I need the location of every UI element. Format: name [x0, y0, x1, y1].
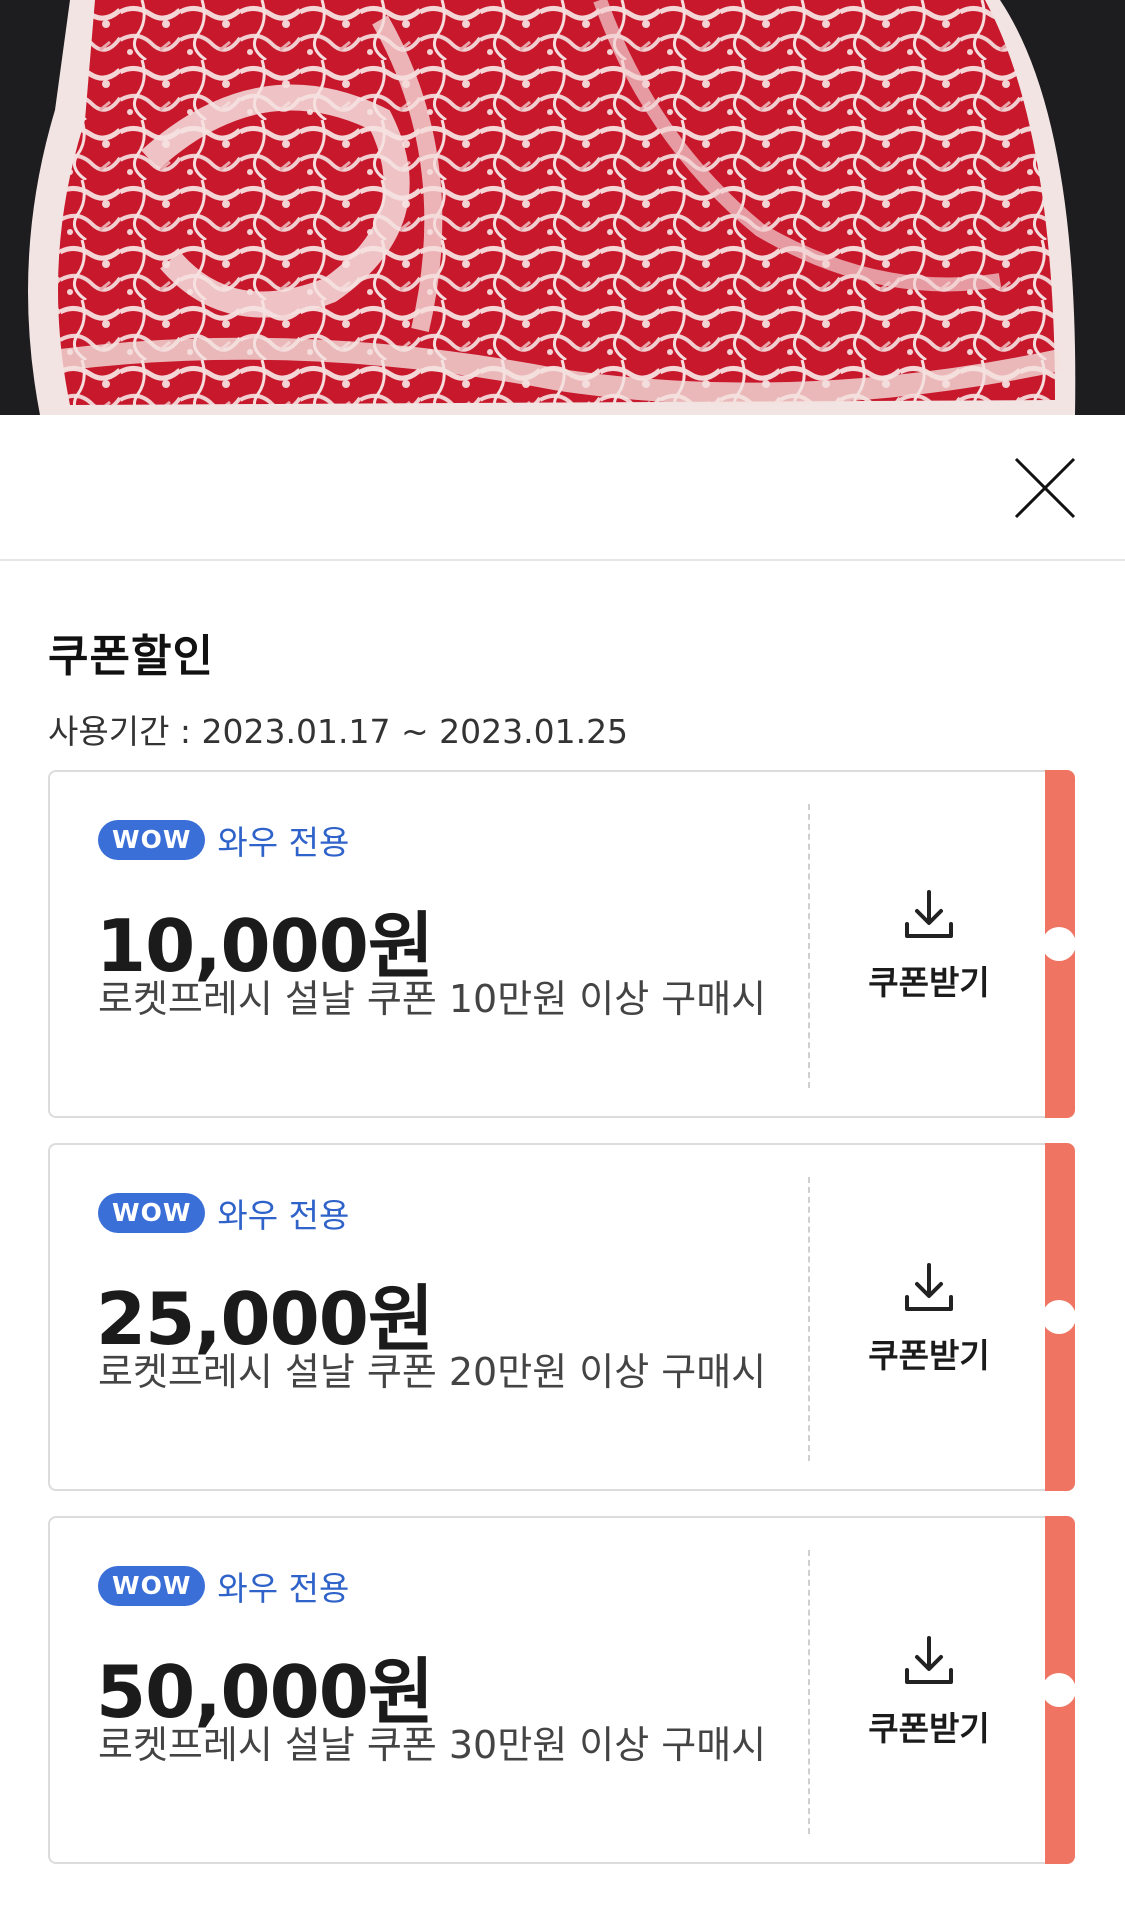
wow-only-label: 와우 전용	[217, 823, 350, 862]
coupon-card: WOW 와우 전용 50,000원 로켓프레시 설날 쿠폰 30만원 이상 구매…	[48, 1516, 1076, 1864]
coupon-card: WOW 와우 전용 10,000원 로켓프레시 설날 쿠폰 10만원 이상 구매…	[48, 770, 1076, 1118]
coupon-body: WOW 와우 전용 50,000원 로켓프레시 설날 쿠폰 30만원 이상 구매…	[48, 1516, 1046, 1864]
coupon-body: WOW 와우 전용 10,000원 로켓프레시 설날 쿠폰 10만원 이상 구매…	[48, 770, 1046, 1118]
wow-badge: WOW	[98, 1193, 206, 1233]
coupon-badge-row: WOW 와우 전용	[98, 820, 349, 862]
coupon-condition: 로켓프레시 설날 쿠폰 10만원 이상 구매시	[98, 977, 767, 1021]
wow-badge: WOW	[98, 820, 206, 860]
download-coupon-button[interactable]: 쿠폰받기	[810, 772, 1048, 1120]
coupon-badge-row: WOW 와우 전용	[98, 1193, 349, 1235]
coupon-notch	[1042, 927, 1076, 961]
download-icon	[905, 890, 953, 938]
wow-only-label: 와우 전용	[217, 1569, 350, 1608]
coupon-page: 쿠폰할인 사용기간 : 2023.01.17 ~ 2023.01.25 WOW …	[0, 0, 1125, 1905]
product-image-beef	[0, 0, 1125, 415]
coupon-card: WOW 와우 전용 25,000원 로켓프레시 설날 쿠폰 20만원 이상 구매…	[48, 1143, 1076, 1491]
coupon-condition: 로켓프레시 설날 쿠폰 20만원 이상 구매시	[98, 1350, 767, 1394]
download-coupon-label: 쿠폰받기	[868, 963, 990, 1002]
download-icon	[905, 1263, 953, 1311]
download-icon	[905, 1636, 953, 1684]
download-coupon-label: 쿠폰받기	[868, 1336, 990, 1375]
coupon-notch	[1042, 1300, 1076, 1334]
sheet-header	[0, 415, 1125, 561]
close-button[interactable]	[1012, 455, 1078, 521]
close-icon	[1014, 457, 1076, 519]
coupon-body: WOW 와우 전용 25,000원 로켓프레시 설날 쿠폰 20만원 이상 구매…	[48, 1143, 1046, 1491]
coupon-badge-row: WOW 와우 전용	[98, 1566, 349, 1608]
coupon-notch	[1042, 1673, 1076, 1707]
coupon-condition: 로켓프레시 설날 쿠폰 30만원 이상 구매시	[98, 1723, 767, 1767]
wow-badge: WOW	[98, 1566, 206, 1606]
download-coupon-button[interactable]: 쿠폰받기	[810, 1518, 1048, 1866]
download-coupon-label: 쿠폰받기	[868, 1709, 990, 1748]
coupon-list: WOW 와우 전용 10,000원 로켓프레시 설날 쿠폰 10만원 이상 구매…	[48, 770, 1076, 1889]
usage-period: 사용기간 : 2023.01.17 ~ 2023.01.25	[48, 712, 629, 751]
wow-only-label: 와우 전용	[217, 1196, 350, 1235]
sheet-title: 쿠폰할인	[48, 631, 214, 682]
download-coupon-button[interactable]: 쿠폰받기	[810, 1145, 1048, 1493]
